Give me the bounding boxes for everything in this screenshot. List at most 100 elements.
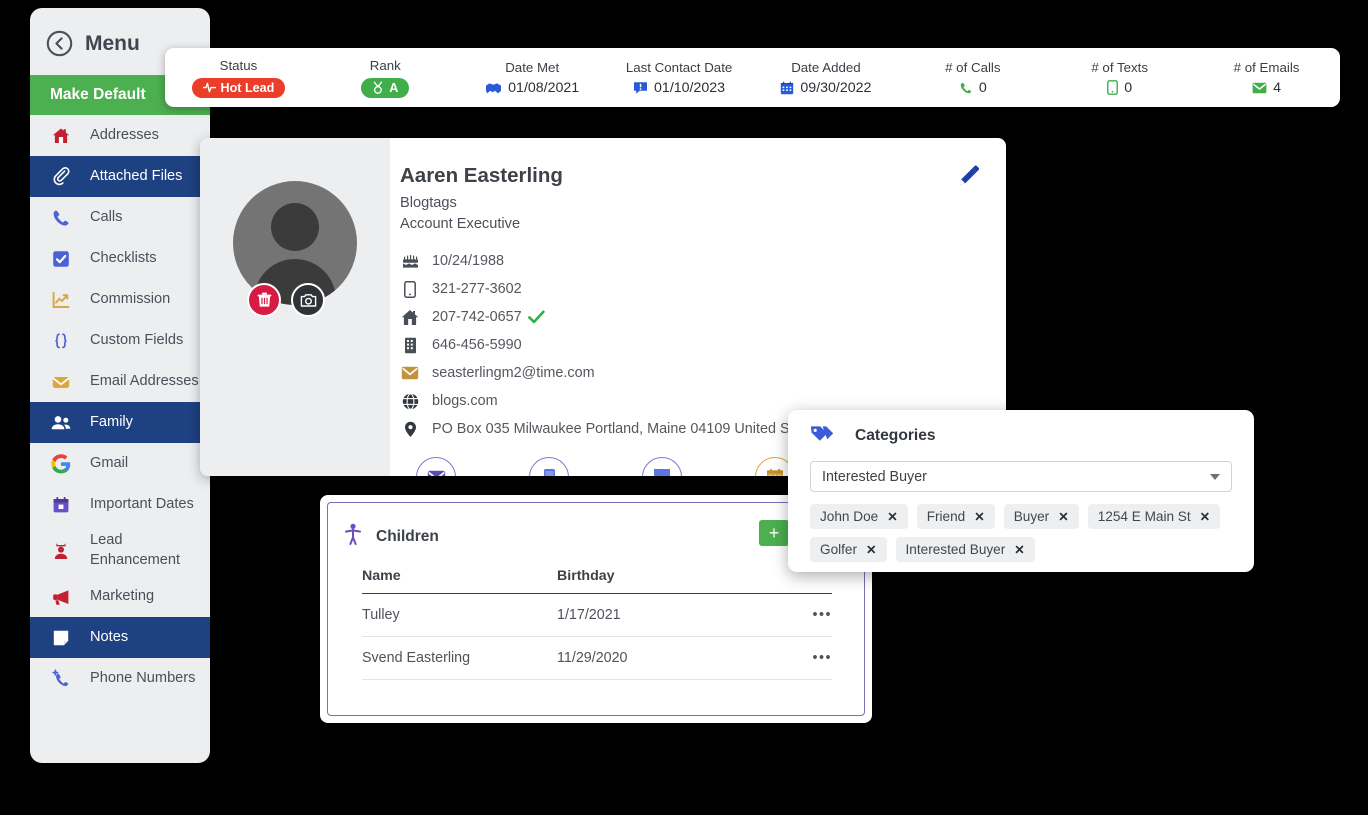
sidebar-item-phone-numbers[interactable]: Phone Numbers	[30, 658, 210, 699]
change-photo-button[interactable]	[291, 283, 325, 317]
row-menu-button[interactable]: •••	[757, 636, 832, 680]
children-table: Name Birthday Tulley 1/17/2021 ••• Svend…	[362, 568, 832, 680]
sidebar-item-notes[interactable]: Notes	[30, 617, 210, 659]
sidebar-item-commission[interactable]: Commission	[30, 279, 210, 320]
add-child-button[interactable]: +	[759, 520, 789, 546]
contact-name: Aaren Easterling	[400, 164, 563, 187]
add-note-button[interactable]	[642, 457, 682, 476]
chip-label: Buyer	[1013, 509, 1050, 524]
table-row[interactable]: Tulley 1/17/2021 •••	[362, 593, 832, 637]
sidebar-item-lead-enhancement[interactable]: Lead Enhancement	[30, 525, 210, 576]
contact-row-mobile-phone: 321-277-3602	[400, 275, 1006, 303]
child-icon	[344, 523, 362, 550]
sidebar-item-label: Addresses	[90, 126, 159, 143]
back-circle-icon[interactable]	[46, 30, 73, 57]
table-header-row: Name Birthday	[362, 568, 832, 594]
metric-label: Status	[219, 57, 258, 73]
sidebar-item-family[interactable]: Family	[30, 402, 210, 443]
birthday-cake-icon	[400, 253, 420, 269]
category-select-value: Interested Buyer	[822, 468, 927, 485]
home-icon	[50, 125, 72, 147]
category-chip[interactable]: John Doe ✕	[810, 504, 908, 529]
contact-row-text: 646-456-5990	[432, 337, 522, 354]
email-icon	[400, 366, 420, 380]
category-chip[interactable]: 1254 E Main St ✕	[1087, 504, 1221, 529]
pencil-icon[interactable]	[958, 164, 980, 191]
avatar-pane	[200, 138, 390, 476]
sidebar-item-addresses[interactable]: Addresses	[30, 115, 210, 156]
sidebar-item-checklists[interactable]: Checklists	[30, 238, 210, 279]
contact-row-email: seasterlingm2@time.com	[400, 359, 1006, 387]
sidebar-item-label: Marketing	[90, 588, 155, 605]
table-row[interactable]: Svend Easterling 11/29/2020 •••	[362, 636, 832, 680]
lead-person-icon	[50, 540, 72, 562]
close-icon[interactable]: ✕	[974, 509, 984, 524]
metric-label: Date Added	[791, 59, 861, 75]
location-pin-icon	[400, 421, 420, 438]
sidebar-item-label: Phone Numbers	[90, 670, 196, 687]
sidebar-item-gmail[interactable]: Gmail	[30, 443, 210, 484]
mobile-green-icon	[1107, 80, 1119, 95]
avatar-head-shape	[271, 203, 319, 251]
status-summary-bar: Status Hot Lead Rank A Date Met 01/08/20…	[165, 48, 1340, 107]
trash-icon	[257, 292, 271, 307]
contact-row-text: blogs.com	[432, 393, 498, 410]
category-chip[interactable]: Interested Buyer ✕	[895, 537, 1035, 562]
status-metric-status: Status Hot Lead	[165, 58, 312, 98]
metric-value: Hot Lead	[165, 77, 312, 98]
send-email-button[interactable]	[416, 457, 456, 476]
people-icon	[50, 412, 72, 434]
status-badge-label: Hot Lead	[220, 80, 275, 95]
contact-row-office-phone: 646-456-5990	[400, 331, 1006, 359]
category-chip[interactable]: Friend ✕	[916, 504, 995, 529]
app-root: Menu Make Default Addresses Attached Fil…	[0, 0, 1368, 815]
close-icon[interactable]: ✕	[1014, 542, 1024, 557]
child-birthday: 1/17/2021	[557, 593, 757, 637]
sidebar-item-marketing[interactable]: Marketing	[30, 576, 210, 617]
status-metric-emails: # of Emails 4	[1193, 60, 1340, 96]
metric-value: 09/30/2022	[753, 80, 900, 96]
sidebar-item-custom-fields[interactable]: Custom Fields	[30, 320, 210, 361]
metric-value-text: 01/08/2021	[508, 79, 580, 96]
sidebar: Menu Make Default Addresses Attached Fil…	[30, 8, 210, 763]
category-chip[interactable]: Buyer ✕	[1003, 504, 1079, 529]
sidebar-item-important-dates[interactable]: Important Dates	[30, 484, 210, 525]
close-icon[interactable]: ✕	[887, 509, 897, 524]
status-metric-date-added: Date Added 09/30/2022	[753, 60, 900, 96]
office-building-icon	[400, 337, 420, 354]
phone-icon	[50, 207, 72, 229]
paperclip-icon	[50, 166, 72, 188]
row-menu-button[interactable]: •••	[757, 593, 832, 637]
braces-icon	[50, 330, 72, 352]
contact-row-value: 207-742-0657	[432, 309, 522, 326]
status-badge[interactable]: Hot Lead	[191, 77, 286, 98]
google-icon	[50, 453, 72, 475]
metric-label: # of Emails	[1233, 59, 1300, 75]
category-chip[interactable]: Golfer ✕	[810, 537, 887, 562]
category-select[interactable]: Interested Buyer	[810, 461, 1232, 492]
rank-badge[interactable]: A	[361, 77, 410, 98]
handshake-icon	[486, 82, 502, 93]
sidebar-item-attached-files[interactable]: Attached Files	[30, 156, 210, 197]
sidebar-item-calls[interactable]: Calls	[30, 197, 210, 238]
delete-photo-button[interactable]	[247, 283, 281, 317]
checkbox-icon	[50, 248, 72, 270]
close-icon[interactable]: ✕	[1200, 509, 1210, 524]
categories-header: Categories	[810, 424, 1232, 448]
metric-value-text: 4	[1273, 79, 1281, 96]
sidebar-item-label: Attached Files	[90, 167, 183, 184]
sidebar-item-email-addresses[interactable]: Email Addresses	[30, 361, 210, 402]
contact-row-text: seasterlingm2@time.com	[432, 365, 595, 382]
calendar-icon	[50, 494, 72, 516]
chat-alert-icon	[634, 82, 648, 94]
status-metric-calls: # of Calls 0	[899, 60, 1046, 96]
chip-label: John Doe	[820, 509, 879, 524]
pulse-icon	[202, 82, 216, 93]
envelope-green-icon	[1252, 82, 1267, 93]
categories-popup: Categories Interested Buyer John Doe ✕ F…	[788, 410, 1254, 572]
sidebar-item-label: Family	[90, 413, 133, 430]
sidebar-item-label: Checklists	[90, 249, 157, 266]
close-icon[interactable]: ✕	[866, 542, 876, 557]
close-icon[interactable]: ✕	[1058, 509, 1068, 524]
send-text-button[interactable]	[529, 457, 569, 476]
